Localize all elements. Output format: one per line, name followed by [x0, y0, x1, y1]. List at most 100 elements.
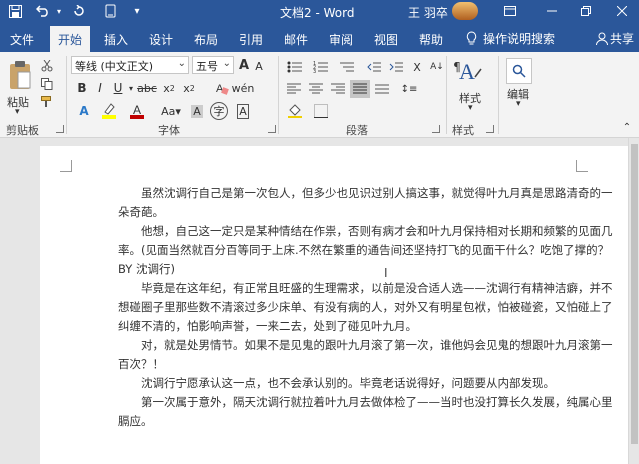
chinese-layout-button[interactable]: X [408, 58, 426, 76]
share-button[interactable]: 共享 [596, 30, 634, 47]
copy-icon[interactable] [38, 76, 56, 92]
close-icon[interactable] [608, 0, 636, 22]
customize-qat-icon[interactable]: ▾ [126, 0, 148, 22]
clipboard-launcher-icon[interactable] [56, 125, 64, 133]
tab-file[interactable]: 文件 [10, 31, 34, 48]
margin-corner-top-left [60, 160, 72, 172]
quick-access-toolbar: ▾ ▾ [0, 0, 148, 22]
paragraph: 沈调行宁愿承认这一点，也不会承认别的。毕竟老话说得好，问题要从内部发现。 [141, 376, 555, 390]
enclose-characters-button[interactable]: 字 [210, 102, 228, 120]
tab-layout[interactable]: 布局 [194, 31, 218, 48]
restore-icon[interactable] [572, 0, 600, 22]
svg-text:3: 3 [313, 69, 316, 73]
tell-me-label: 操作说明搜索 [483, 32, 556, 46]
underline-dropdown-icon[interactable]: ▾ [127, 81, 135, 95]
save-icon[interactable] [4, 0, 26, 22]
font-launcher-icon[interactable] [268, 125, 276, 133]
align-center-button[interactable] [306, 80, 326, 98]
clear-formatting-icon[interactable]: A [213, 79, 231, 97]
shading-button[interactable] [284, 102, 306, 120]
tab-references[interactable]: 引用 [239, 31, 263, 48]
paste-icon [10, 61, 31, 89]
subscript-button[interactable]: x2 [160, 79, 178, 97]
chevron-down-icon: ⌄ [177, 58, 186, 69]
superscript-button[interactable]: x2 [180, 79, 198, 97]
change-case-button[interactable]: Aa▾ [160, 102, 182, 120]
person-icon [596, 32, 608, 45]
title-bar: ▾ ▾ 文档2 - Word 王 羽卒 [0, 0, 639, 22]
phonetic-guide-button[interactable]: wén [232, 79, 255, 97]
paragraph: 第一次属于意外，隔天沈调行就拉着叶九月去做体检了——当时也没打算长久发展，纯属心… [118, 395, 613, 428]
styles-gallery-button[interactable]: A [456, 58, 484, 88]
redo-icon[interactable] [68, 0, 90, 22]
tab-help[interactable]: 帮助 [419, 31, 443, 48]
styles-dropdown-icon[interactable]: ▾ [468, 103, 473, 113]
tab-home[interactable]: 开始 [50, 26, 91, 52]
group-divider [498, 56, 499, 134]
character-border-button[interactable]: A [234, 102, 252, 120]
decrease-indent-button[interactable] [364, 58, 384, 76]
document-title: 文档2 - Word [280, 6, 355, 20]
text-effects-button[interactable]: A [76, 102, 92, 120]
minimize-icon[interactable] [538, 0, 566, 22]
user-name[interactable]: 王 羽卒 [408, 4, 448, 21]
paragraph: 他想，自己这一定只是某种情结在作祟，否则有病才会和叶九月保持相对长期和频繁的见面… [118, 224, 613, 276]
align-right-button[interactable] [328, 80, 348, 98]
tab-design[interactable]: 设计 [149, 31, 173, 48]
tab-review[interactable]: 审阅 [329, 31, 353, 48]
group-divider [278, 56, 279, 134]
distributed-button[interactable] [372, 80, 392, 98]
paragraph: 虽然沈调行自己是第一次包人，但多少也见识过别人搞这事，就觉得叶九月真是思路清奇的… [118, 186, 613, 219]
cut-icon[interactable] [38, 58, 56, 74]
search-icon [512, 64, 526, 78]
format-painter-icon[interactable] [38, 94, 56, 110]
bullets-button[interactable] [284, 58, 306, 76]
avatar[interactable] [452, 2, 478, 20]
styles-launcher-icon[interactable] [486, 125, 494, 133]
ribbon-display-options-icon[interactable] [496, 0, 524, 22]
character-shading-button[interactable]: A [188, 102, 206, 120]
sort-button[interactable]: A↓ [428, 58, 446, 76]
shrink-font-button[interactable]: A [253, 58, 265, 74]
increase-indent-button[interactable] [386, 58, 406, 76]
bold-button[interactable]: B [74, 79, 90, 97]
paragraph-launcher-icon[interactable] [432, 125, 440, 133]
undo-icon[interactable] [32, 0, 54, 22]
touch-mode-icon[interactable] [100, 0, 122, 22]
group-divider [66, 56, 67, 134]
svg-text:A: A [133, 103, 141, 117]
font-size-value: 五号 [196, 60, 218, 73]
editing-button[interactable] [506, 58, 532, 84]
tab-view[interactable]: 视图 [374, 31, 398, 48]
undo-dropdown-icon[interactable]: ▾ [54, 0, 64, 22]
multilevel-list-button[interactable] [336, 58, 358, 76]
line-spacing-button[interactable]: ↕≡ [398, 80, 420, 98]
scrollbar-thumb[interactable] [631, 144, 638, 444]
grow-font-button[interactable]: A [237, 56, 251, 74]
font-color-button[interactable]: A [128, 102, 146, 120]
strikethrough-button[interactable]: abc [137, 79, 157, 97]
collapse-ribbon-icon[interactable]: ⌃ [620, 120, 634, 134]
font-size-dropdown[interactable]: 五号 ⌄ [192, 56, 234, 74]
editing-dropdown-icon[interactable]: ▾ [516, 99, 521, 109]
grow-font-label: A [238, 57, 250, 73]
paste-button[interactable] [6, 58, 34, 92]
tell-me-search[interactable]: 操作说明搜索 [466, 30, 555, 47]
font-name-dropdown[interactable]: 等线 (中文正文) ⌄ [71, 56, 189, 74]
tab-insert[interactable]: 插入 [104, 31, 128, 48]
vertical-scrollbar[interactable] [628, 138, 639, 464]
tab-mailings[interactable]: 邮件 [284, 31, 308, 48]
underline-button[interactable]: U [110, 79, 126, 97]
paste-dropdown-icon[interactable]: ▾ [15, 107, 20, 117]
ribbon-tabs: 文件 开始 插入 设计 布局 引用 邮件 审阅 视图 帮助 操作说明搜索 共享 [0, 22, 639, 52]
numbering-button[interactable]: 123 [310, 58, 332, 76]
align-left-button[interactable] [284, 80, 304, 98]
highlight-button[interactable] [100, 102, 118, 120]
margin-corner-top-right [576, 160, 588, 172]
justify-button[interactable] [350, 80, 370, 98]
borders-button[interactable] [310, 102, 332, 120]
shrink-font-label: A [255, 59, 263, 73]
italic-button[interactable]: I [92, 79, 108, 97]
font-name-value: 等线 (中文正文) [75, 60, 154, 73]
document-body[interactable]: 虽然沈调行自己是第一次包人，但多少也见识过别人搞这事，就觉得叶九月真是思路清奇的… [118, 184, 618, 431]
